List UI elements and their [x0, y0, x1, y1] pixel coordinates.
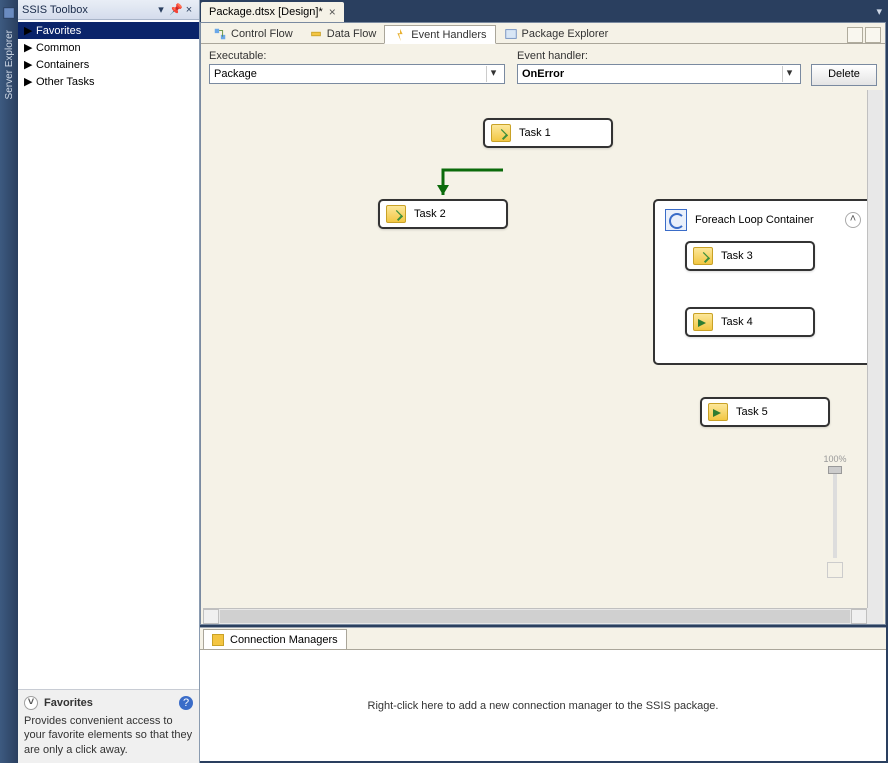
delete-button[interactable]: Delete — [811, 64, 877, 86]
scrollbar-horizontal[interactable] — [203, 608, 867, 624]
task-label: Task 3 — [721, 250, 753, 262]
server-explorer-label: Server Explorer — [4, 30, 15, 99]
container-label: Foreach Loop Container — [695, 214, 814, 226]
tab-package-explorer[interactable]: Package Explorer — [496, 24, 617, 43]
control-flow-icon — [213, 27, 227, 41]
zoom-label: 100% — [823, 454, 846, 464]
tab-overflow-icon[interactable]: ▾ — [876, 5, 882, 18]
task-node-task5[interactable]: Task 5 — [700, 397, 830, 427]
zoom-thumb[interactable] — [828, 466, 842, 474]
collapse-icon[interactable]: ˄ — [845, 212, 861, 228]
collapse-icon[interactable]: ˅ — [24, 696, 38, 710]
zoom-control[interactable]: 100% — [823, 454, 847, 578]
task-label: Task 2 — [414, 208, 446, 220]
designer-tab-strip: Control Flow Data Flow Event Handlers Pa… — [201, 23, 885, 44]
cm-tab-label: Connection Managers — [230, 634, 338, 646]
tab-label: Data Flow — [327, 28, 377, 40]
toolbox-item-label: Favorites — [36, 25, 81, 37]
desc-text: Provides convenient access to your favor… — [24, 714, 193, 757]
document-tab-bar: Package.dtsx [Design]* × ▾ — [200, 0, 888, 22]
task-icon — [708, 403, 728, 421]
toolbox-pin-icon[interactable]: 📌 — [169, 4, 181, 16]
designer-canvas[interactable]: Task 1 Task 2 Foreach Loop Container ˄ — [203, 90, 867, 608]
event-handler-label: Event handler: — [517, 50, 877, 62]
zoom-track[interactable] — [833, 468, 837, 558]
tab-label: Package Explorer — [522, 28, 609, 40]
event-handler-controls: Executable: Package ▾ Event handler: OnE… — [201, 44, 885, 90]
toolbox-title: SSIS Toolbox — [22, 4, 88, 16]
event-handler-dropdown[interactable]: OnError ▾ — [517, 64, 801, 84]
connection-manager-icon — [212, 634, 224, 646]
toolbox-item-other-tasks[interactable]: ▶ Other Tasks — [18, 73, 199, 90]
tab-event-handlers[interactable]: Event Handlers — [384, 25, 495, 44]
task-label: Task 5 — [736, 406, 768, 418]
task-icon — [491, 124, 511, 142]
tab-label: Control Flow — [231, 28, 293, 40]
task-icon — [693, 247, 713, 265]
data-flow-icon — [309, 27, 323, 41]
toolbox-item-label: Common — [36, 42, 81, 54]
tab-data-flow[interactable]: Data Flow — [301, 24, 385, 43]
toolbox-close-icon[interactable]: × — [183, 4, 195, 16]
toolbox-description: ? ˅ Favorites Provides convenient access… — [18, 689, 199, 763]
package-explorer-icon — [504, 27, 518, 41]
toolbox-item-containers[interactable]: ▶ Containers — [18, 56, 199, 73]
toolbox-item-common[interactable]: ▶ Common — [18, 39, 199, 56]
tab-label: Event Handlers — [411, 29, 486, 41]
toolbox-item-favorites[interactable]: ▶ Favorites — [18, 22, 199, 39]
task-icon — [693, 313, 713, 331]
help-icon[interactable]: ? — [179, 696, 193, 710]
task-label: Task 1 — [519, 127, 551, 139]
scrollbar-vertical[interactable] — [867, 90, 883, 608]
executable-label: Executable: — [209, 50, 505, 62]
cm-tab-strip: Connection Managers — [200, 628, 886, 650]
server-explorer-rail[interactable]: Server Explorer — [0, 0, 18, 763]
task-node-task3[interactable]: Task 3 — [685, 241, 815, 271]
cm-hint-text: Right-click here to add a new connection… — [368, 700, 719, 712]
canvas-viewport: Task 1 Task 2 Foreach Loop Container ˄ — [203, 90, 883, 624]
cm-body[interactable]: Right-click here to add a new connection… — [200, 650, 886, 761]
toolbox-item-label: Other Tasks — [36, 76, 95, 88]
document-tab-label: Package.dtsx [Design]* — [209, 6, 323, 18]
caret-icon: ▶ — [24, 75, 32, 88]
task-node-task1[interactable]: Task 1 — [483, 118, 613, 148]
foreach-loop-icon — [665, 209, 687, 231]
caret-icon: ▶ — [24, 24, 32, 37]
caret-icon: ▶ — [24, 41, 32, 54]
chevron-down-icon: ▾ — [782, 66, 796, 82]
event-handlers-icon — [393, 28, 407, 42]
close-icon[interactable]: × — [329, 5, 336, 19]
tab-control-flow[interactable]: Control Flow — [205, 24, 301, 43]
toolbox-tree: ▶ Favorites ▶ Common ▶ Containers ▶ Othe… — [18, 20, 199, 689]
executable-dropdown[interactable]: Package ▾ — [209, 64, 505, 84]
scroll-corner — [867, 608, 883, 624]
toolbar-btn-2[interactable] — [865, 27, 881, 43]
task-label: Task 4 — [721, 316, 753, 328]
chevron-down-icon: ▾ — [486, 66, 500, 82]
toolbox-item-label: Containers — [36, 59, 89, 71]
foreach-loop-container[interactable]: Foreach Loop Container ˄ Task 3 Task 4 — [653, 199, 873, 365]
task-icon — [386, 205, 406, 223]
toolbar-btn-1[interactable] — [847, 27, 863, 43]
main-area: Package.dtsx [Design]* × ▾ Control Flow … — [200, 0, 888, 763]
connection-managers-panel: Connection Managers Right-click here to … — [200, 627, 886, 761]
zoom-fit-icon[interactable] — [827, 562, 843, 578]
task-node-task4[interactable]: Task 4 — [685, 307, 815, 337]
task-node-task2[interactable]: Task 2 — [378, 199, 508, 229]
caret-icon: ▶ — [24, 58, 32, 71]
designer-surface: Control Flow Data Flow Event Handlers Pa… — [200, 22, 886, 625]
event-handler-value: OnError — [522, 68, 564, 80]
ssis-toolbox-panel: SSIS Toolbox ▾ 📌 × ▶ Favorites ▶ Common … — [18, 0, 200, 763]
executable-value: Package — [214, 68, 257, 80]
toolbox-dropdown-icon[interactable]: ▾ — [155, 4, 167, 16]
desc-title: Favorites — [44, 697, 93, 709]
tab-connection-managers[interactable]: Connection Managers — [203, 629, 347, 649]
toolbox-header: SSIS Toolbox ▾ 📌 × — [18, 0, 199, 20]
document-tab[interactable]: Package.dtsx [Design]* × — [201, 2, 344, 22]
server-explorer-icon — [2, 6, 16, 20]
delete-button-label: Delete — [828, 68, 860, 80]
